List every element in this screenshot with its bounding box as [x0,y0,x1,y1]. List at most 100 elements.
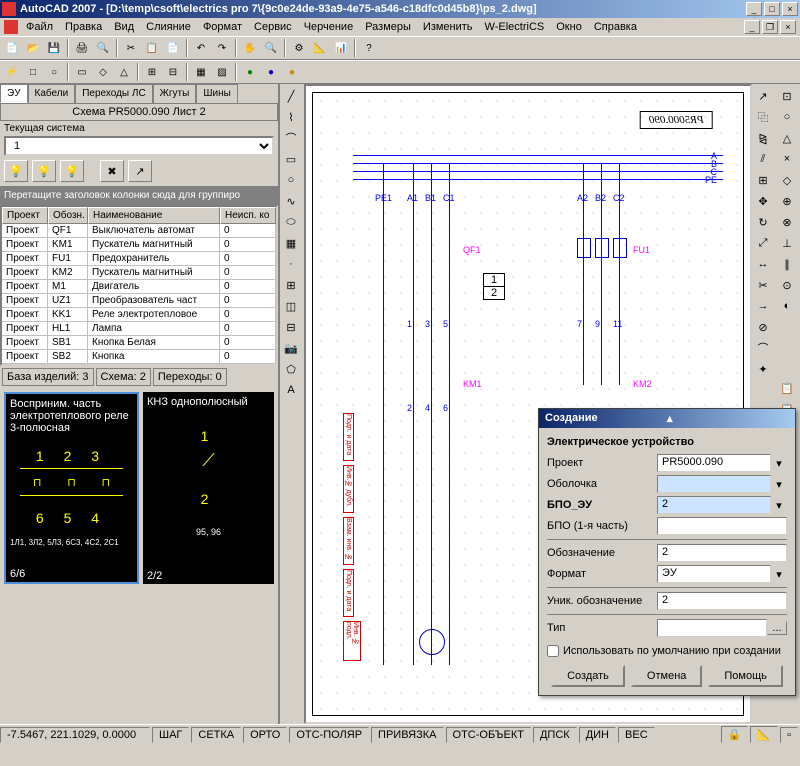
osnap-icon[interactable]: ◐ [776,296,798,316]
elec-tool-icon[interactable]: ○ [44,62,64,82]
browse-button[interactable]: ... [767,621,787,635]
elec-tool-icon[interactable]: ● [240,62,260,82]
elec-tool-icon[interactable]: ◇ [93,62,113,82]
components-grid[interactable]: ПроектОбозн.НаименованиеНеисп. ко Проект… [0,205,278,366]
field-value[interactable]: 2 [657,544,787,562]
doc-close-button[interactable]: × [780,20,796,34]
stretch-tool-icon[interactable]: ↔ [752,254,774,274]
status-icon[interactable]: 📐 [750,726,778,743]
field-value[interactable]: 2 [657,496,771,514]
elec-tool-icon[interactable]: □ [23,62,43,82]
tool-icon[interactable]: 📊 [331,38,351,58]
elec-tool-icon[interactable]: ▭ [72,62,92,82]
osnap-icon[interactable]: ⊥ [776,233,798,253]
block-tool-icon[interactable]: ⊞ [280,275,302,295]
hatch-tool-icon[interactable]: ▦ [280,233,302,253]
menu-item[interactable]: Справка [588,20,643,34]
region-tool-icon[interactable]: ◫ [280,296,302,316]
circle-tool-icon[interactable]: ○ [280,170,302,190]
cancel-button[interactable]: Отмена [631,665,702,687]
open-icon[interactable]: 📂 [23,38,43,58]
paste-icon[interactable]: 📄 [163,38,183,58]
close-button[interactable]: × [782,2,798,16]
preview-card-1[interactable]: Восприним. часть электротеплового реле 3… [4,392,139,584]
osnap-icon[interactable]: ◇ [776,170,798,190]
dropdown-button[interactable]: ▾ [771,568,787,581]
help-icon[interactable]: ? [359,38,379,58]
preview-icon[interactable]: 🔍 [93,38,113,58]
checkbox-input[interactable] [547,645,559,657]
menu-item[interactable]: Черчение [298,20,360,34]
bulb-check-icon[interactable]: 💡 [32,160,56,182]
elec-tool-icon[interactable]: ▦ [191,62,211,82]
osnap-icon[interactable]: × [776,149,798,169]
dropdown-button[interactable]: ▾ [771,478,787,491]
menu-item[interactable]: Сервис [248,20,298,34]
status-tab[interactable]: Схема: 2 [96,368,151,386]
bulb-x-icon[interactable]: 💡 [60,160,84,182]
panel-tab[interactable]: Переходы ЛС [75,84,152,103]
mirror-tool-icon[interactable]: ⧎ [752,128,774,148]
status-toggle[interactable]: ОТС-ПОЛЯР [289,727,369,743]
copy-tool-icon[interactable]: ⿻ [752,107,774,127]
extend-tool-icon[interactable]: → [752,296,774,316]
osnap-icon[interactable]: △ [776,128,798,148]
zoom-icon[interactable]: 🔍 [261,38,281,58]
new-icon[interactable]: 📄 [2,38,22,58]
panel-tab[interactable]: ЭУ [0,84,28,103]
preview-card-2[interactable]: КНЗ однополюсный 1 ⟋ 2 95, 96 2/2 [143,392,274,584]
table-row[interactable]: ПроектQF1Выключатель автомат0 [2,224,276,238]
bulb-icon[interactable]: 💡 [4,160,28,182]
menu-item[interactable]: Окно [550,20,588,34]
save-icon[interactable]: 💾 [44,38,64,58]
dialog-titlebar[interactable]: Создание ▴ [539,409,795,428]
status-toggle[interactable]: ДИН [579,727,616,743]
palette-icon[interactable]: 📋 [776,378,798,398]
tool-icon[interactable]: 📐 [310,38,330,58]
status-toggle[interactable]: ОТС-ОБЪЕКТ [446,727,531,743]
panel-tab[interactable]: Шины [196,84,237,103]
elec-tool-icon[interactable]: ● [261,62,281,82]
doc-restore-button[interactable]: ❐ [762,20,778,34]
elec-tool-icon[interactable]: ▨ [212,62,232,82]
osnap-icon[interactable]: ○ [776,107,798,127]
dropdown-button[interactable]: ▾ [771,457,787,470]
status-toggle[interactable]: ДПСК [533,727,577,743]
status-toggle[interactable]: СЕТКА [191,727,241,743]
table-row[interactable]: ПроектUZ1Преобразователь част0 [2,294,276,308]
elec-tool-icon[interactable]: ⚡ [2,62,22,82]
column-header[interactable]: Неисп. ко [220,207,276,224]
modify-tool-icon[interactable]: ↗ [752,86,774,106]
field-value[interactable]: 2 [657,592,787,610]
status-tab[interactable]: База изделий: 3 [2,368,94,386]
status-tab[interactable]: Переходы: 0 [153,368,227,386]
status-toggle[interactable]: ШАГ [152,727,189,743]
point-tool-icon[interactable]: · [280,254,302,274]
explode-tool-icon[interactable]: ✦ [752,359,774,379]
menu-item[interactable]: Правка [59,20,108,34]
elec-tool-icon[interactable]: △ [114,62,134,82]
dialog-collapse-button[interactable]: ▴ [667,412,789,425]
cut-icon[interactable]: ✂ [121,38,141,58]
panel-tab[interactable]: Жгуты [153,84,197,103]
redo-icon[interactable]: ↷ [212,38,232,58]
column-header[interactable]: Наименование [88,207,220,224]
menu-item[interactable]: Файл [20,20,59,34]
field-value[interactable] [657,517,787,535]
column-header[interactable]: Проект [2,207,48,224]
field-value[interactable]: ЭУ [657,565,771,583]
field-value[interactable] [657,619,767,637]
minimize-button[interactable]: _ [746,2,762,16]
spline-tool-icon[interactable]: ∿ [280,191,302,211]
line-tool-icon[interactable]: ╱ [280,86,302,106]
menu-item[interactable]: Слияние [140,20,197,34]
ellipse-tool-icon[interactable]: ⬭ [280,212,302,232]
osnap-icon[interactable]: ⊗ [776,212,798,232]
arc-tool-icon[interactable]: ⌒ [280,128,302,148]
osnap-icon[interactable]: ⊕ [776,191,798,211]
status-toggle[interactable]: ВЕС [618,727,655,743]
rect-tool-icon[interactable]: ▭ [280,149,302,169]
elec-tool-icon[interactable]: ● [282,62,302,82]
status-toggle[interactable]: ОРТО [243,727,287,743]
table-row[interactable]: ПроектSB1Кнопка Белая0 [2,336,276,350]
